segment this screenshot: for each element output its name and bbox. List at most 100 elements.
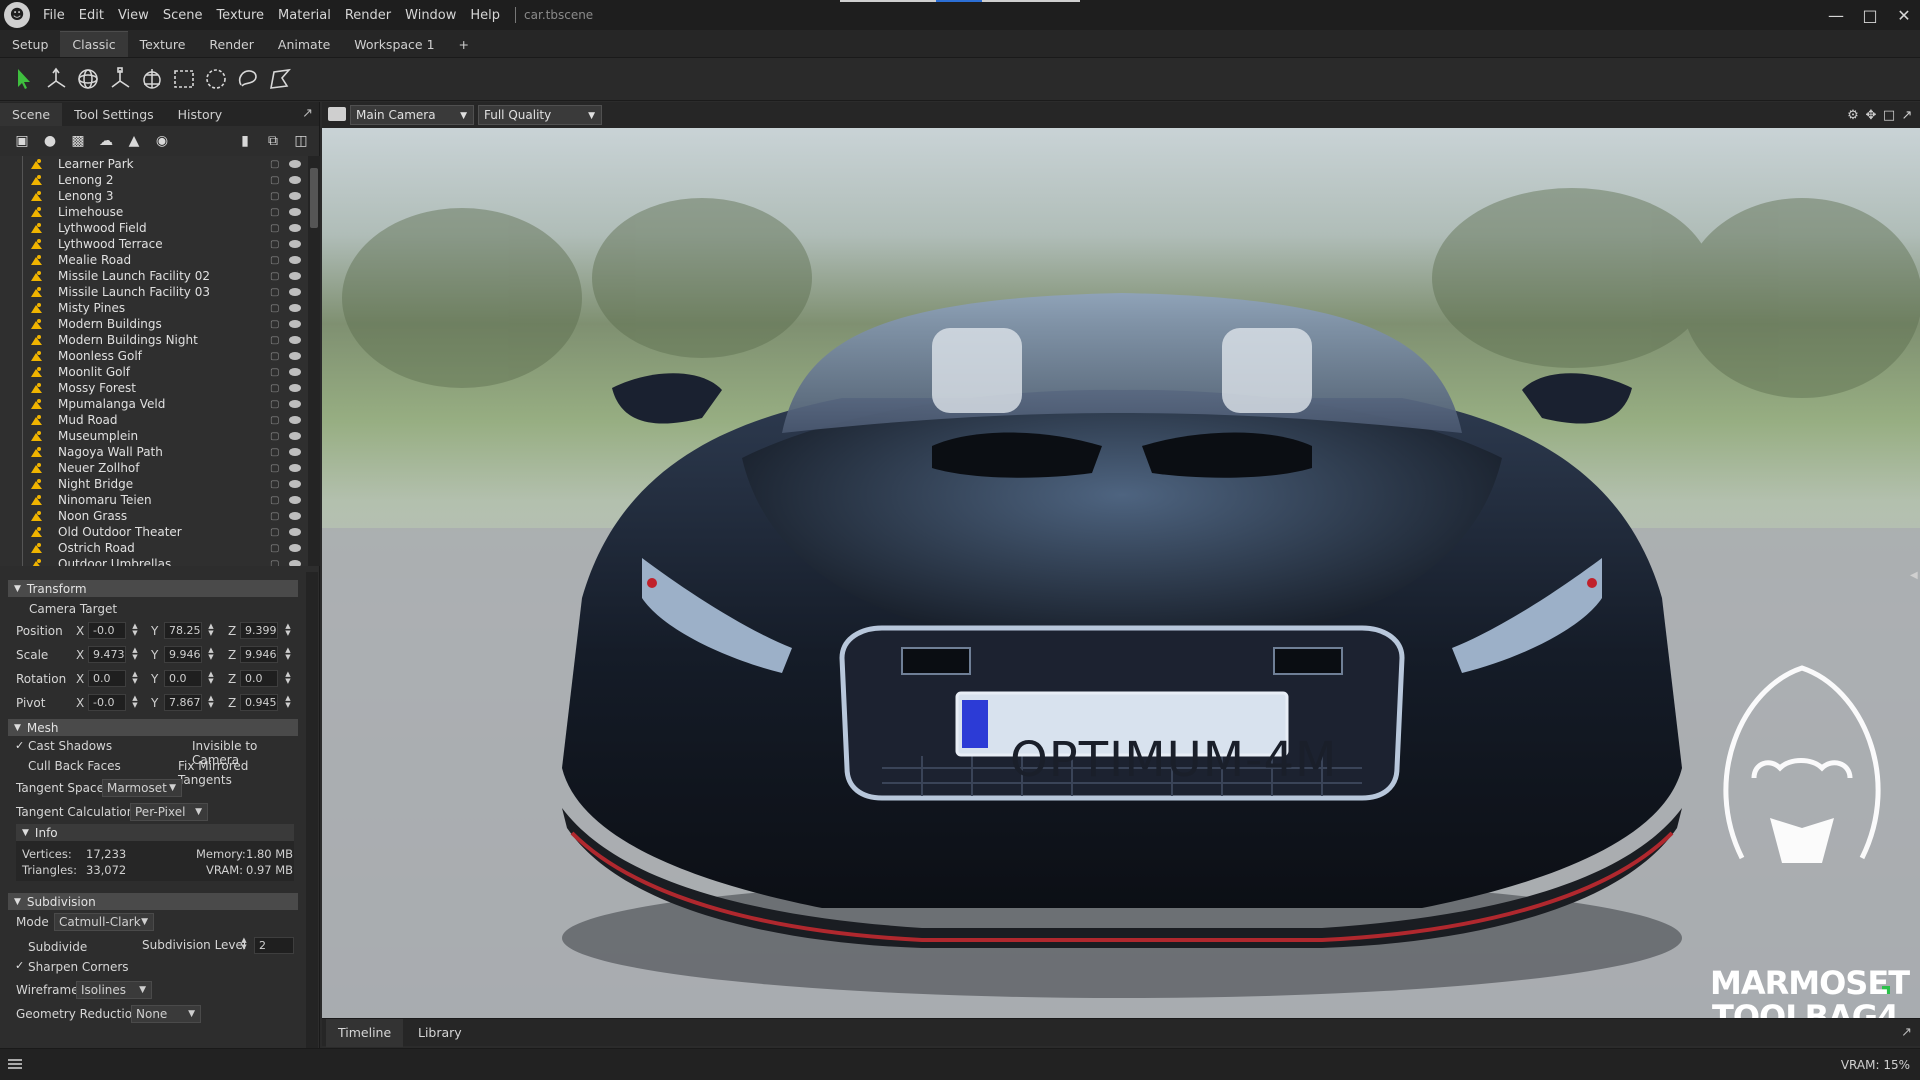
move-tool-icon[interactable] <box>40 63 72 95</box>
tab-workspace-1[interactable]: Workspace 1 <box>342 31 446 57</box>
visibility-eye-icon[interactable] <box>289 544 301 552</box>
wireframe-dropdown[interactable]: Isolines ▼ <box>76 981 152 999</box>
transform-section-header[interactable]: ▼ Transform <box>8 580 298 597</box>
select-tool-icon[interactable] <box>8 63 40 95</box>
tangent-space-dropdown[interactable]: Marmoset ▼ <box>102 779 182 797</box>
rotation-x-spinner[interactable]: ▲ ▼ <box>131 671 139 685</box>
visibility-eye-icon[interactable] <box>289 240 301 248</box>
visibility-eye-icon[interactable] <box>289 416 301 424</box>
scene-tree-item[interactable]: Old Outdoor Theater ▢ <box>0 524 320 540</box>
collapse-right-panel-icon[interactable]: ◀ <box>1910 570 1920 581</box>
lasso-select-icon[interactable] <box>232 63 264 95</box>
lock-icon[interactable]: ▢ <box>270 397 280 410</box>
visibility-eye-icon[interactable] <box>289 528 301 536</box>
add-material-icon[interactable]: ◉ <box>148 130 176 152</box>
lock-icon[interactable]: ▢ <box>270 253 280 266</box>
menu-edit[interactable]: Edit <box>72 8 111 23</box>
visibility-eye-icon[interactable] <box>289 336 301 344</box>
lock-icon[interactable]: ▢ <box>270 205 280 218</box>
lock-icon[interactable]: ▢ <box>270 429 280 442</box>
lock-icon[interactable]: ▢ <box>270 477 280 490</box>
pivot-x-spinner[interactable]: ▲ ▼ <box>131 695 139 709</box>
close-icon[interactable]: ✕ <box>1886 0 1920 30</box>
visibility-eye-icon[interactable] <box>289 176 301 184</box>
position-z-field[interactable]: 9.399 <box>240 622 278 639</box>
scene-tree-item[interactable]: Mealie Road ▢ <box>0 252 320 268</box>
lock-icon[interactable]: ▢ <box>270 493 280 506</box>
add-sky-icon[interactable]: ☁ <box>92 130 120 152</box>
visibility-eye-icon[interactable] <box>289 256 301 264</box>
subdivision-mode-dropdown[interactable]: Catmull-Clark ▼ <box>54 913 154 931</box>
tab-library[interactable]: Library <box>406 1019 474 1047</box>
lock-icon[interactable]: ▢ <box>270 509 280 522</box>
rotate-tool-icon[interactable] <box>72 63 104 95</box>
visibility-eye-icon[interactable] <box>289 480 301 488</box>
menu-file[interactable]: File <box>36 8 72 23</box>
camera-icon[interactable] <box>328 107 346 121</box>
scene-tree-item[interactable]: Neuer Zollhof ▢ <box>0 460 320 476</box>
pivot-y-spinner[interactable]: ▲ ▼ <box>207 695 215 709</box>
pivot-y-field[interactable]: 7.867 <box>164 694 202 711</box>
menu-texture[interactable]: Texture <box>209 8 271 23</box>
lock-icon[interactable]: ▢ <box>270 349 280 362</box>
add-object-icon[interactable]: ▣ <box>8 130 36 152</box>
position-y-field[interactable]: 78.25 <box>164 622 202 639</box>
trash-icon[interactable]: ◫ <box>287 130 315 152</box>
visibility-eye-icon[interactable] <box>289 368 301 376</box>
circle-select-icon[interactable] <box>200 63 232 95</box>
menu-scene[interactable]: Scene <box>156 8 210 23</box>
lock-icon[interactable]: ▢ <box>270 221 280 234</box>
subdivision-level-spinner[interactable]: ▲ ▼ <box>240 937 248 951</box>
visibility-eye-icon[interactable] <box>289 320 301 328</box>
visibility-eye-icon[interactable] <box>289 464 301 472</box>
tab-classic[interactable]: Classic <box>60 31 128 57</box>
minimize-icon[interactable]: — <box>1818 0 1854 30</box>
visibility-eye-icon[interactable] <box>289 496 301 504</box>
scene-tree[interactable]: Learner Park ▢ Lenong 2 ▢ Lenong 3 ▢ Limehouse… <box>0 156 320 566</box>
popout-icon[interactable]: ↗ <box>302 106 313 121</box>
scene-tree-item[interactable]: Modern Buildings Night ▢ <box>0 332 320 348</box>
visibility-eye-icon[interactable] <box>289 288 301 296</box>
lock-icon[interactable]: ▢ <box>270 157 280 170</box>
visibility-eye-icon[interactable] <box>289 448 301 456</box>
pivot-z-spinner[interactable]: ▲ ▼ <box>284 695 292 709</box>
scale-x-spinner[interactable]: ▲ ▼ <box>131 647 139 661</box>
invisible-to-camera-checkbox[interactable] <box>180 740 191 751</box>
scale-z-spinner[interactable]: ▲ ▼ <box>284 647 292 661</box>
add-shadow-catcher-icon[interactable]: ▲ <box>120 130 148 152</box>
subdivision-section-header[interactable]: ▼ Subdivision <box>8 893 298 910</box>
console-icon[interactable] <box>8 1059 22 1069</box>
duplicate-icon[interactable]: ⧉ <box>259 130 287 152</box>
lock-icon[interactable]: ▢ <box>270 237 280 250</box>
lock-icon[interactable]: ▢ <box>270 317 280 330</box>
scene-tree-item[interactable]: Museumplein ▢ <box>0 428 320 444</box>
lock-icon[interactable]: ▢ <box>270 173 280 186</box>
maximize-icon[interactable]: □ <box>1852 0 1888 30</box>
marmoset-logo-icon[interactable]: ☻ <box>4 2 30 28</box>
visibility-eye-icon[interactable] <box>289 208 301 216</box>
scale-x-field[interactable]: 9.473 <box>88 646 126 663</box>
lock-icon[interactable]: ▢ <box>270 301 280 314</box>
rectangle-select-icon[interactable] <box>168 63 200 95</box>
lock-icon[interactable]: ▢ <box>270 525 280 538</box>
tab-setup[interactable]: Setup <box>0 31 60 57</box>
add-light-icon[interactable]: ● <box>36 130 64 152</box>
polygon-select-icon[interactable] <box>264 63 296 95</box>
tab-scene[interactable]: Scene <box>0 103 63 126</box>
rotation-y-spinner[interactable]: ▲ ▼ <box>207 671 215 685</box>
scene-tree-item[interactable]: Learner Park ▢ <box>0 156 320 172</box>
scene-tree-item[interactable]: Nagoya Wall Path ▢ <box>0 444 320 460</box>
scale-tool-icon[interactable] <box>104 63 136 95</box>
lock-icon[interactable]: ▢ <box>270 365 280 378</box>
menu-material[interactable]: Material <box>271 8 338 23</box>
visibility-eye-icon[interactable] <box>289 160 301 168</box>
subdivision-level-field[interactable]: 2 <box>254 937 294 954</box>
rotation-x-field[interactable]: 0.0 <box>88 670 126 687</box>
scene-tree-item[interactable]: Modern Buildings ▢ <box>0 316 320 332</box>
scene-tree-item[interactable]: Noon Grass ▢ <box>0 508 320 524</box>
tree-scrollbar-thumb[interactable] <box>310 168 318 228</box>
position-x-field[interactable]: -0.0 <box>88 622 126 639</box>
menu-view[interactable]: View <box>111 8 156 23</box>
visibility-eye-icon[interactable] <box>289 512 301 520</box>
quality-dropdown[interactable]: Full Quality ▼ <box>478 105 602 125</box>
